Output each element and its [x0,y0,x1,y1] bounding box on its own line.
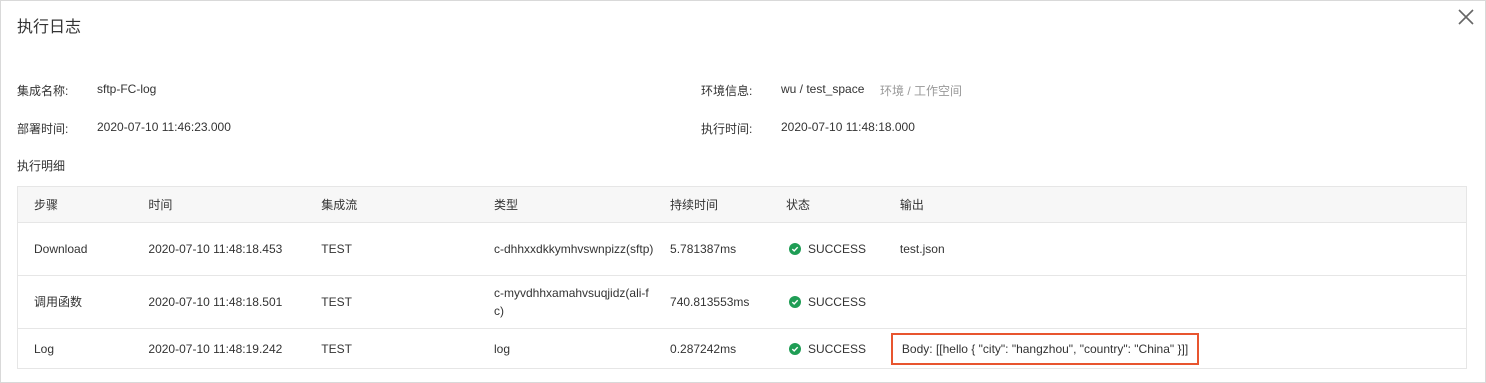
status-text: SUCCESS [807,295,866,309]
env-label: 环境信息: [701,84,753,98]
status-badge: SUCCESS [786,240,866,258]
column-header-time: 时间 [132,186,306,223]
cell-step: Download [17,222,133,276]
column-header-status: 状态 [769,186,884,223]
status-text: SUCCESS [807,242,866,256]
cell-status: SUCCESS [769,222,884,276]
cell-output: Body: [[hello { "city": "hangzhou", "cou… [884,329,1467,369]
type-text: c-myvdhhxamahvsuqjidz(ali-fc) [494,286,649,318]
check-circle-icon [788,243,801,255]
details-table: 步骤 时间 集成流 类型 持续时间 状态 输出 Download 2020-07… [17,186,1467,369]
status-text: SUCCESS [807,341,866,356]
cell-output [883,275,1467,329]
deploy-time-value: 2020-07-10 11:46:23.000 [97,120,231,134]
table-row: 调用函数 2020-07-10 11:48:18.501 TEST c-myvd… [17,275,1467,329]
integration-name-value: sftp-FC-log [97,82,157,96]
column-header-step: 步骤 [17,186,133,223]
env-hint: 环境 / 工作空间 [880,84,963,98]
table-row: Download 2020-07-10 11:48:18.453 TEST c-… [17,222,1467,276]
cell-type: c-dhhxxdkkymhvswnpizz(sftp) [478,222,655,276]
column-header-type: 类型 [478,186,655,223]
column-header-flow: 集成流 [305,186,479,223]
cell-flow: TEST [321,341,352,356]
deploy-time-label: 部署时间: [17,122,69,136]
cell-duration: 5.781387ms [654,222,770,276]
cell-type: log [478,329,654,369]
type-text: log [494,341,511,356]
cell-step: Log [34,341,55,356]
cell-status: SUCCESS [769,275,884,329]
cell-time: 2020-07-10 11:48:18.501 [132,275,306,329]
details-title: 执行明细 [17,159,66,173]
integration-name-label: 集成名称: [17,84,69,98]
type-text: c-dhhxxdkkymhvswnpizz(sftp) [494,242,654,256]
cell-time: 2020-07-10 11:48:18.453 [132,222,306,276]
highlighted-output: Body: [[hello { "city": "hangzhou", "cou… [890,332,1200,365]
cell-step: 调用函数 [17,275,133,329]
close-icon[interactable] [1455,6,1477,28]
check-circle-icon [788,342,801,355]
column-header-output: 输出 [883,186,1467,223]
cell-flow: TEST [305,222,479,276]
cell-flow: TEST [305,275,479,329]
cell-output: test.json [883,222,1467,276]
cell-time: 2020-07-10 11:48:19.242 [148,341,283,356]
cell-duration: 740.813553ms [654,275,770,329]
column-header-duration: 持续时间 [654,186,770,223]
status-badge: SUCCESS [786,293,866,311]
exec-time-value: 2020-07-10 11:48:18.000 [781,120,915,134]
exec-time-label: 执行时间: [701,122,753,136]
status-badge: SUCCESS [786,340,866,358]
check-circle-icon [788,296,801,308]
cell-duration: 0.287242ms [670,341,737,356]
cell-status: SUCCESS [770,329,884,369]
table-header-row: 步骤 时间 集成流 类型 持续时间 状态 输出 [17,186,1467,223]
cell-type: c-myvdhhxamahvsuqjidz(ali-fc) [478,275,655,329]
dialog-title: 执行日志 [17,19,82,36]
env-value: wu / test_space [781,82,865,96]
execution-log-dialog: 执行日志 集成名称: sftp-FC-log 环境信息: wu / test_s… [0,0,1486,383]
table-row: Log 2020-07-10 11:48:19.242 TEST log 0.2… [18,329,1467,369]
